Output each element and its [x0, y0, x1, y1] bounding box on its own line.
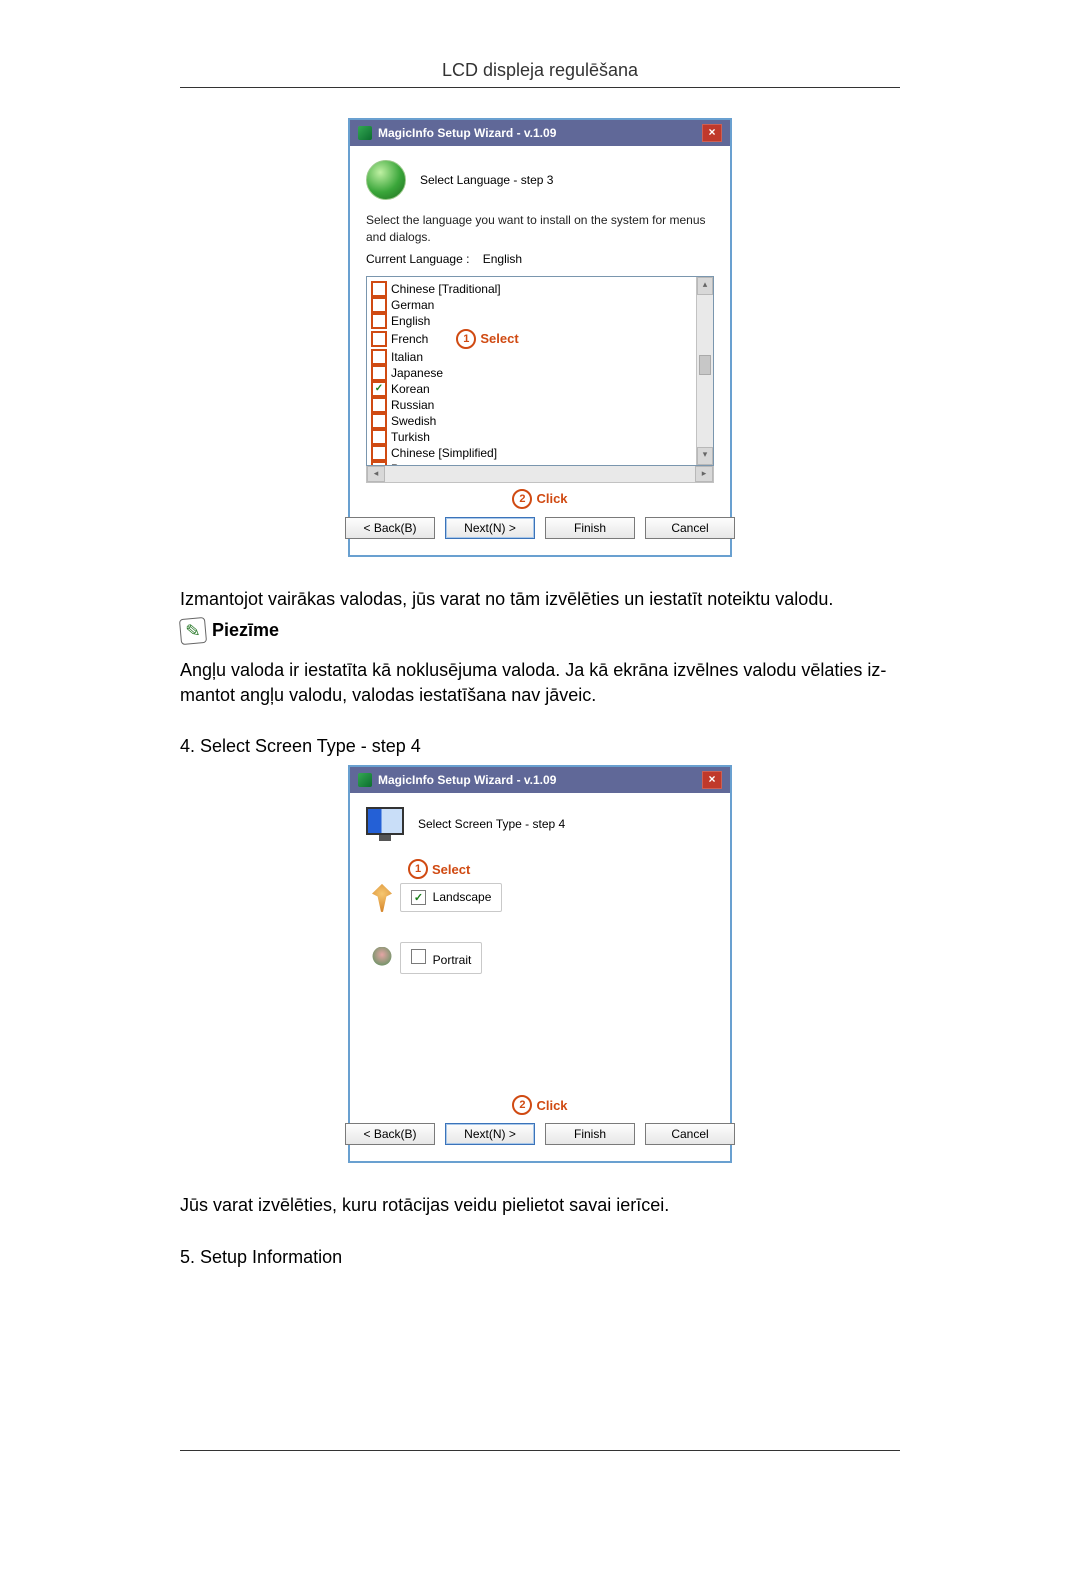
checkbox[interactable]: [371, 397, 387, 413]
callout-click: 2Click: [512, 489, 567, 509]
scrollbar-thumb[interactable]: [699, 355, 711, 375]
next-button[interactable]: Next(N) >: [445, 1123, 535, 1145]
step5-heading: 5. Setup Information: [180, 1245, 900, 1270]
checkbox[interactable]: ✓: [411, 890, 426, 905]
list-item[interactable]: Chinese [Traditional]: [371, 281, 692, 297]
note-text: Angļu valoda ir iestatīta kā noklusējuma…: [180, 658, 900, 708]
callout-number-2: 2: [512, 1095, 532, 1115]
list-item[interactable]: Chinese [Simplified]: [371, 445, 692, 461]
app-icon: [358, 773, 372, 787]
cancel-button[interactable]: Cancel: [645, 1123, 735, 1145]
checkbox[interactable]: [371, 413, 387, 429]
checkbox[interactable]: ✓: [371, 381, 387, 397]
screen-type-portrait[interactable]: Portrait: [372, 942, 714, 974]
list-item[interactable]: Portuguese: [371, 461, 692, 465]
finish-button[interactable]: Finish: [545, 1123, 635, 1145]
option-frame: ✓ Landscape: [400, 883, 502, 912]
callout-number-1: 1: [408, 859, 428, 879]
back-button[interactable]: < Back(B): [345, 517, 435, 539]
vertical-scrollbar[interactable]: ▴ ▾: [696, 277, 713, 465]
checkbox[interactable]: [411, 949, 426, 964]
scroll-right-icon[interactable]: ▸: [695, 466, 713, 482]
checkbox[interactable]: [371, 445, 387, 461]
lang-label: Swedish: [391, 413, 436, 429]
lang-label: German: [391, 297, 434, 313]
current-language-label: Current Language :: [366, 252, 469, 266]
lang-label: Chinese [Traditional]: [391, 281, 501, 297]
option-label: Portrait: [433, 953, 472, 967]
app-icon: [358, 126, 372, 140]
lang-label: Japanese: [391, 365, 443, 381]
scroll-down-icon[interactable]: ▾: [697, 447, 713, 465]
dialog3-instruction: Select the language you want to install …: [366, 212, 714, 246]
current-language-value: English: [483, 252, 522, 266]
page-title: LCD displeja regulēšana: [180, 60, 900, 88]
lang-label: Turkish: [391, 429, 430, 445]
footer-rule: [180, 1450, 900, 1451]
list-item[interactable]: English: [371, 313, 692, 329]
lang-label: Russian: [391, 397, 434, 413]
list-item[interactable]: Russian: [371, 397, 692, 413]
close-icon[interactable]: ×: [702, 124, 722, 142]
checkbox[interactable]: [371, 461, 387, 465]
callout-number-1: 1: [456, 329, 476, 349]
close-icon[interactable]: ×: [702, 771, 722, 789]
list-item[interactable]: Swedish: [371, 413, 692, 429]
paragraph-after-dialog3: Izmantojot vairākas valodas, jūs varat n…: [180, 587, 900, 612]
note-label: Piezīme: [212, 620, 279, 641]
horizontal-scrollbar[interactable]: ◂ ▸: [366, 466, 714, 483]
scroll-up-icon[interactable]: ▴: [697, 277, 713, 295]
scroll-left-icon[interactable]: ◂: [367, 466, 385, 482]
checkbox[interactable]: [371, 365, 387, 381]
lang-label: English: [391, 313, 430, 329]
list-item[interactable]: Japanese: [371, 365, 692, 381]
globe-icon: [366, 160, 406, 200]
dialog4-titlebar: MagicInfo Setup Wizard - v.1.09 ×: [350, 767, 730, 793]
list-item[interactable]: German: [371, 297, 692, 313]
lang-label: Chinese [Simplified]: [391, 445, 497, 461]
callout-select: 1Select: [408, 859, 470, 879]
dialog3-title: MagicInfo Setup Wizard - v.1.09: [378, 126, 702, 140]
lang-label: French: [391, 331, 428, 347]
cancel-button[interactable]: Cancel: [645, 517, 735, 539]
dialog3-step-title: Select Language - step 3: [420, 173, 553, 187]
language-listbox[interactable]: Chinese [Traditional] German English Fre…: [366, 276, 714, 466]
lang-label: Portuguese: [391, 461, 452, 465]
list-item[interactable]: French 1Select: [371, 329, 692, 349]
current-language: Current Language : English: [366, 252, 714, 266]
step4-heading: 4. Select Screen Type - step 4: [180, 734, 900, 759]
option-frame: Portrait: [400, 942, 482, 974]
checkbox[interactable]: [371, 349, 387, 365]
dialog3-titlebar: MagicInfo Setup Wizard - v.1.09 ×: [350, 120, 730, 146]
callout-click: 2Click: [512, 1095, 567, 1115]
back-button[interactable]: < Back(B): [345, 1123, 435, 1145]
checkbox[interactable]: [371, 313, 387, 329]
list-item[interactable]: Italian: [371, 349, 692, 365]
finish-button[interactable]: Finish: [545, 517, 635, 539]
wizard-dialog-step4: MagicInfo Setup Wizard - v.1.09 × Select…: [348, 765, 732, 1163]
checkbox[interactable]: [371, 297, 387, 313]
dialog4-title: MagicInfo Setup Wizard - v.1.09: [378, 773, 702, 787]
list-item[interactable]: ✓Korean: [371, 381, 692, 397]
lang-label: Korean: [391, 381, 430, 397]
callout-number-2: 2: [512, 489, 532, 509]
wizard-dialog-step3: MagicInfo Setup Wizard - v.1.09 × Select…: [348, 118, 732, 557]
note-icon: ✎: [179, 617, 207, 645]
next-button[interactable]: Next(N) >: [445, 517, 535, 539]
lang-label: Italian: [391, 349, 423, 365]
dialog4-step-title: Select Screen Type - step 4: [418, 817, 565, 831]
paragraph-after-dialog4: Jūs varat izvēlēties, kuru rotācijas vei…: [180, 1193, 900, 1218]
screen-type-landscape[interactable]: ✓ Landscape: [372, 883, 714, 912]
callout-select: 1Select: [456, 329, 518, 349]
checkbox[interactable]: [371, 281, 387, 297]
checkbox[interactable]: [371, 331, 387, 347]
monitor-icon: [366, 807, 404, 841]
pin-icon: [372, 947, 392, 969]
pin-icon: [372, 884, 392, 912]
checkbox[interactable]: [371, 429, 387, 445]
list-item[interactable]: Turkish: [371, 429, 692, 445]
option-label: Landscape: [433, 890, 492, 904]
